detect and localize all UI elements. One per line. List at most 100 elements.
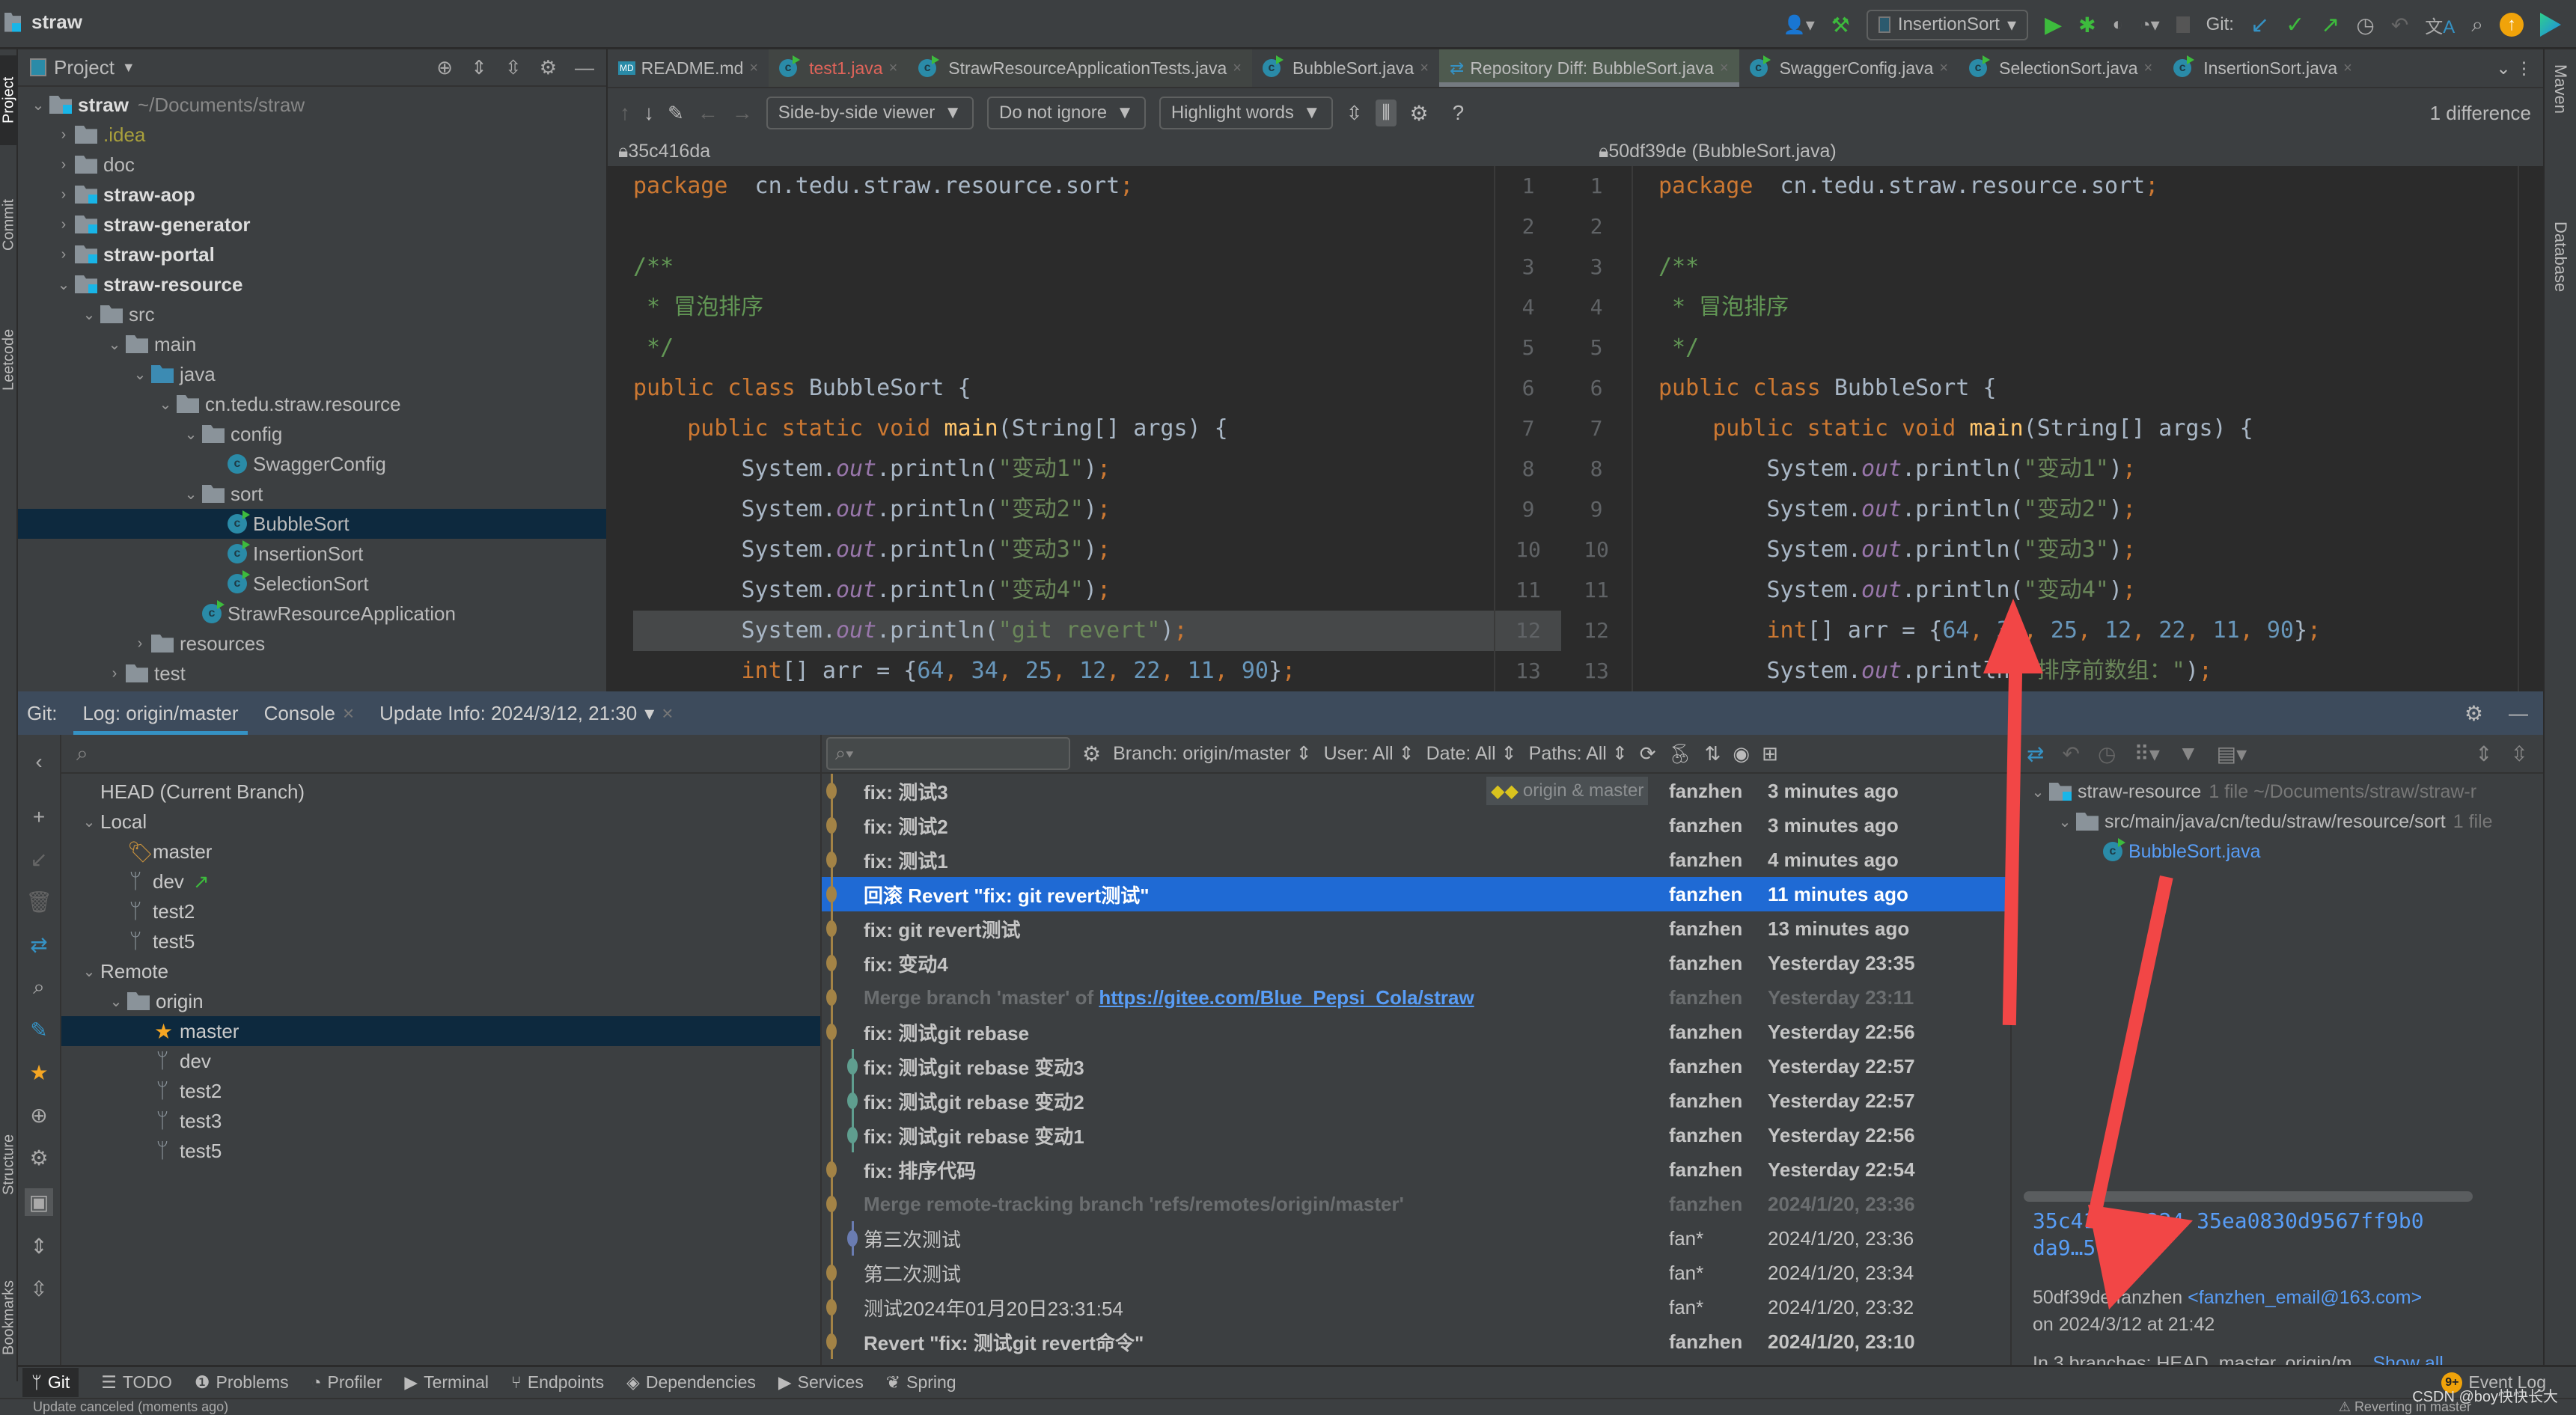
commit-row[interactable]: fix: git revert测试 fanzhen 13 minutes ago — [822, 911, 2010, 946]
collapse-all-icon[interactable]: ⇳ — [30, 1277, 47, 1301]
chevron-down-icon[interactable]: ▾ — [644, 702, 654, 725]
history-icon[interactable]: ◷ — [2356, 13, 2374, 37]
eye-icon[interactable]: ◉ — [1733, 742, 1750, 765]
minimize-icon[interactable]: — — [575, 56, 594, 79]
expand-all-icon[interactable]: ⇕ — [471, 56, 487, 79]
changed-file-item[interactable]: c BubbleSort.java — [2012, 837, 2543, 867]
left-code-pane[interactable]: package cn.tedu.straw.resource.sort;/** … — [633, 166, 1494, 691]
tool-window-services[interactable]: ▶ Services — [778, 1372, 864, 1393]
cherry-pick-icon[interactable]: 🍒︎ — [1668, 742, 1693, 765]
project-panel-title[interactable]: Project — [54, 56, 115, 79]
chevron-down-icon[interactable]: ⌄ — [105, 992, 127, 1011]
build-hammer-icon[interactable]: ⚒ — [1831, 13, 1850, 37]
editor-tab[interactable]: c test1.java × — [769, 49, 909, 87]
sync-scroll-icon[interactable]: ⫼ — [1376, 100, 1397, 126]
filter-paths[interactable]: Paths: All ⇕ — [1529, 742, 1628, 765]
close-icon[interactable]: × — [1720, 60, 1729, 77]
tree-item[interactable]: › doc — [18, 150, 606, 180]
tool-window-spring[interactable]: ❦ Spring — [886, 1372, 956, 1393]
prev-diff-icon[interactable]: ↑ — [620, 101, 630, 125]
branch-item[interactable]: HEAD (Current Branch) — [61, 777, 820, 807]
expand-all-icon[interactable]: ⇕ — [30, 1234, 47, 1259]
close-icon[interactable]: × — [662, 702, 673, 725]
git-commit-icon[interactable]: ✓ — [2286, 12, 2304, 38]
chevron-icon[interactable]: › — [52, 186, 75, 204]
filter-branch[interactable]: Branch: origin/master ⇕ — [1113, 742, 1312, 765]
tool-window-problems[interactable]: ❶ Problems — [195, 1372, 289, 1393]
editor-tab[interactable]: c StrawResourceApplicationTests.java × — [908, 49, 1252, 87]
history-icon[interactable]: ◷ — [2098, 742, 2116, 766]
tree-item[interactable]: › resources — [18, 629, 606, 658]
chevron-icon[interactable]: › — [52, 156, 75, 174]
commit-row[interactable]: fix: 测试git rebase 变动2 fanzhen Yesterday 22… — [822, 1084, 2010, 1118]
debug-icon[interactable]: ✱ — [2078, 13, 2096, 37]
tree-item[interactable]: › straw-generator — [18, 210, 606, 239]
branch-search[interactable]: ⌕ — [61, 735, 820, 774]
diff-settings-icon[interactable]: ⚙ — [1410, 101, 1429, 126]
update-branch-icon[interactable]: ↙ — [30, 847, 47, 872]
commit-email-link[interactable]: <fanzhen_email@163.com> — [2188, 1287, 2422, 1308]
git-update-icon[interactable]: ↙ — [2250, 12, 2269, 38]
branch-item[interactable]: ᛘ test5 — [61, 1136, 820, 1166]
tree-item[interactable]: ⌄ straw ~/Documents/straw — [18, 90, 606, 120]
chevron-icon[interactable]: ⌄ — [103, 335, 126, 354]
commit-row[interactable]: Merge remote-tracking branch 'refs/remot… — [822, 1187, 2010, 1221]
collapse-unchanged-icon[interactable]: ⇳ — [1346, 102, 1363, 125]
tool-window-dependencies[interactable]: ◈ Dependencies — [626, 1372, 756, 1393]
tree-item[interactable]: c InsertionSort — [18, 539, 606, 569]
close-icon[interactable]: × — [889, 60, 898, 77]
close-icon[interactable]: × — [1233, 60, 1242, 77]
chevron-down-icon[interactable]: ⌄ — [78, 962, 100, 981]
refresh-icon[interactable]: ⟳ — [1640, 742, 1656, 765]
user-icon[interactable]: 👤▾ — [1783, 14, 1815, 36]
expand-all-icon[interactable]: ⇕ — [2475, 742, 2492, 766]
chevron-down-icon[interactable]: ⌄ — [2054, 813, 2076, 831]
filter-date[interactable]: Date: All ⇕ — [1426, 742, 1517, 765]
tree-item[interactable]: ⌄ sort — [18, 479, 606, 509]
back-icon[interactable]: ← — [698, 101, 718, 125]
favorite-star-icon[interactable]: ★ — [29, 1060, 48, 1085]
tree-item[interactable]: ⌄ straw-resource — [18, 269, 606, 299]
commit-row[interactable]: Merge branch 'master' of https://gitee.c… — [822, 980, 2010, 1015]
tool-window-todo[interactable]: ☰ TODO — [101, 1372, 172, 1393]
tree-item[interactable]: › straw-portal — [18, 239, 606, 269]
commit-row[interactable]: 回滚 Revert "fix: git revert测试" fanzhen 11 m… — [822, 877, 2010, 911]
editor-tab[interactable]: MD README.md × — [608, 49, 769, 87]
close-icon[interactable]: × — [1939, 60, 1948, 77]
right-scrollbar[interactable] — [2518, 166, 2543, 691]
editor-tab[interactable]: ⇄ Repository Diff: BubbleSort.java × — [1439, 49, 1739, 87]
side-tab-project[interactable]: Project — [0, 55, 18, 145]
status-message[interactable]: Update canceled (moments ago) — [33, 1399, 228, 1415]
commit-row[interactable]: fix: 测试1 fanzhen 4 minutes ago — [822, 843, 2010, 877]
group-by-icon[interactable]: ⠿▾ — [2134, 742, 2160, 766]
branch-item[interactable]: ⌄ Remote — [61, 956, 820, 986]
editor-tab[interactable]: c SelectionSort.java × — [1959, 49, 2163, 87]
tree-item[interactable]: ⌄ main — [18, 329, 606, 359]
commit-row[interactable]: fix: 测试3 ◆◆ origin & master fanzhen 3 minute… — [822, 774, 2010, 808]
changed-file-item[interactable]: ⌄ straw-resource 1 file ~/Documents/straw/… — [2012, 777, 2543, 807]
gear-icon[interactable]: ⚙ — [1082, 742, 1101, 766]
tree-item[interactable]: ⌄ src — [18, 299, 606, 329]
commit-row[interactable]: 第三次测试 fan* 2024/1/20, 23:36 — [822, 1221, 2010, 1256]
profile-icon[interactable]: ◔▾ — [2140, 14, 2160, 36]
chevron-icon[interactable]: ⌄ — [78, 305, 100, 324]
close-icon[interactable]: × — [343, 702, 354, 725]
close-icon[interactable]: × — [2343, 60, 2352, 77]
tree-item[interactable]: › straw-aop — [18, 180, 606, 210]
chevron-icon[interactable]: ⌄ — [27, 96, 49, 114]
side-tab-database[interactable]: Database — [2551, 221, 2570, 292]
side-tab-commit[interactable]: Commit — [0, 177, 18, 274]
compare-icon[interactable]: ⇄ — [30, 932, 47, 957]
chevron-icon[interactable]: › — [129, 635, 151, 653]
collapse-panel-icon[interactable]: ‹ — [35, 750, 42, 774]
tree-item[interactable]: › .idea — [18, 120, 606, 150]
editor-tab[interactable]: c InsertionSort.java × — [2163, 49, 2363, 87]
branch-item[interactable]: ᛘ test2 — [61, 1076, 820, 1106]
translate-icon[interactable]: 文A — [2425, 12, 2455, 38]
commit-row[interactable]: fix: 测试2 fanzhen 3 minutes ago — [822, 808, 2010, 843]
commit-row[interactable]: fix: 测试git rebase fanzhen Yesterday 22:56 — [822, 1015, 2010, 1049]
side-tab-leetcode[interactable]: Leetcode — [0, 304, 18, 416]
edit-icon[interactable]: ✎ — [668, 102, 684, 125]
right-code-pane[interactable]: package cn.tedu.straw.resource.sort;/** … — [1658, 166, 2518, 691]
locate-icon[interactable]: ⊕ — [436, 56, 453, 79]
